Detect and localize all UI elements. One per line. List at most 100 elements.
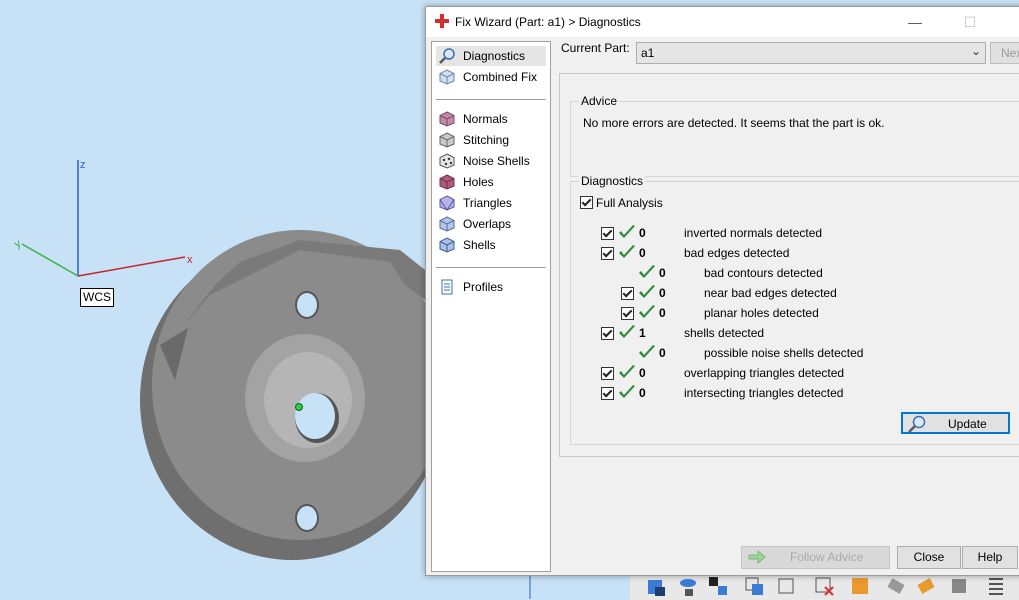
update-label: Update xyxy=(948,417,987,431)
help-button[interactable]: Help xyxy=(962,546,1018,569)
scroll-up-icon[interactable]: ⌃ xyxy=(1015,112,1019,123)
fix-wizard-dialog: Fix Wizard (Part: a1) > Diagnostics — ☐ … xyxy=(425,6,1019,576)
nav-label: Shells xyxy=(463,238,496,252)
diagnostics-panel: Advice No more errors are detected. It s… xyxy=(559,73,1019,457)
row-count: 0 xyxy=(659,286,666,300)
row-count: 0 xyxy=(659,306,666,320)
nav-item-stitching[interactable]: Stitching xyxy=(436,130,546,150)
nav-label: Normals xyxy=(463,112,508,126)
window-title: Fix Wizard (Part: a1) > Diagnostics xyxy=(455,15,641,29)
list-toolbar-icon[interactable] xyxy=(985,575,1007,597)
row-text: intersecting triangles detected xyxy=(684,386,844,400)
shells-cube-icon xyxy=(439,237,455,253)
nav-label: Profiles xyxy=(463,280,504,294)
y-axis xyxy=(21,243,79,277)
fix-wizard-nav: Diagnostics Combined Fix Normals Stitchi… xyxy=(431,41,551,572)
row-checkbox[interactable] xyxy=(601,227,614,240)
green-check-icon xyxy=(619,245,635,258)
minimize-button[interactable]: — xyxy=(892,7,938,37)
copy-cube-toolbar-icon[interactable] xyxy=(743,575,765,597)
x-axis-label: x xyxy=(187,254,193,266)
current-part-select[interactable]: a1 ⌄ xyxy=(636,42,986,64)
close-window-button[interactable]: ✕ xyxy=(1002,7,1019,37)
cube-toolbar-icon[interactable] xyxy=(645,575,667,597)
noise-shells-icon xyxy=(439,153,455,169)
cube-outline-toolbar-icon[interactable] xyxy=(775,575,797,597)
row-checkbox[interactable] xyxy=(601,387,614,400)
row-text: overlapping triangles detected xyxy=(684,366,845,380)
row-text: bad contours detected xyxy=(704,266,823,280)
full-analysis-label: Full Analysis xyxy=(596,196,663,210)
nav-item-noise-shells[interactable]: Noise Shells xyxy=(436,151,546,171)
follow-advice-button[interactable]: Follow Advice xyxy=(741,546,890,569)
overlaps-cube-icon xyxy=(439,216,455,232)
row-count: 0 xyxy=(639,226,646,240)
nav-label: Holes xyxy=(463,175,494,189)
diagnostics-title: Diagnostics xyxy=(579,174,646,188)
row-checkbox[interactable] xyxy=(601,367,614,380)
nav-divider xyxy=(436,267,546,268)
follow-advice-label: Follow Advice xyxy=(790,550,864,564)
advice-scrollbar[interactable]: ⌃ ⌄ xyxy=(1015,112,1019,170)
green-check-icon xyxy=(619,325,635,338)
row-text: near bad edges detected xyxy=(704,286,837,300)
nav-label: Overlaps xyxy=(463,217,512,231)
cube-icon xyxy=(439,69,455,85)
row-count: 0 xyxy=(659,346,666,360)
select-toolbar-icon[interactable] xyxy=(707,575,729,597)
scroll-down-icon[interactable]: ⌄ xyxy=(1015,141,1019,152)
stitching-cube-icon xyxy=(439,132,455,148)
title-bar[interactable]: Fix Wizard (Part: a1) > Diagnostics — ☐ … xyxy=(426,7,1019,37)
green-check-icon xyxy=(619,365,635,378)
holes-cube-icon xyxy=(439,174,455,190)
nav-item-triangles[interactable]: Triangles xyxy=(436,193,546,213)
magnifier-icon xyxy=(439,48,455,64)
nav-item-profiles[interactable]: Profiles xyxy=(436,277,546,297)
green-check-icon xyxy=(619,385,635,398)
arrow-right-icon xyxy=(748,550,766,564)
nav-label: Noise Shells xyxy=(463,154,530,168)
update-button[interactable]: Update xyxy=(901,412,1010,434)
row-checkbox[interactable] xyxy=(621,307,634,320)
row-count: 0 xyxy=(639,366,646,380)
nav-item-combined-fix[interactable]: Combined Fix xyxy=(436,67,546,87)
green-check-icon xyxy=(639,305,655,318)
document-icon xyxy=(441,279,453,295)
nav-item-shells[interactable]: Shells xyxy=(436,235,546,255)
next-button[interactable]: Nex xyxy=(990,42,1019,64)
gray-cube-toolbar-icon[interactable] xyxy=(948,575,970,597)
nav-item-normals[interactable]: Normals xyxy=(436,109,546,129)
nav-item-holes[interactable]: Holes xyxy=(436,172,546,192)
orange-tool-toolbar-icon[interactable] xyxy=(915,575,937,597)
eraser-toolbar-icon[interactable] xyxy=(885,575,907,597)
advice-title: Advice xyxy=(579,94,620,108)
row-count: 0 xyxy=(639,386,646,400)
row-text: bad edges detected xyxy=(684,246,790,260)
green-check-icon xyxy=(639,285,655,298)
nav-label: Diagnostics xyxy=(463,49,526,63)
row-text: possible noise shells detected xyxy=(704,346,864,360)
row-checkbox[interactable] xyxy=(601,327,614,340)
row-count: 0 xyxy=(639,246,646,260)
green-check-icon xyxy=(639,345,655,358)
nav-divider xyxy=(436,99,546,100)
current-part-label: Current Part: xyxy=(561,41,630,55)
part-model[interactable] xyxy=(140,230,448,560)
nav-label: Combined Fix xyxy=(463,70,538,84)
row-checkbox[interactable] xyxy=(621,287,634,300)
nav-item-overlaps[interactable]: Overlaps xyxy=(436,214,546,234)
row-text: planar holes detected xyxy=(704,306,819,320)
eye-toolbar-icon[interactable] xyxy=(677,575,699,597)
diagnostics-group: Diagnostics Full Analysis 0 inverted norm… xyxy=(570,174,1019,445)
nav-item-diagnostics[interactable]: Diagnostics xyxy=(436,46,546,66)
row-text: shells detected xyxy=(684,326,765,340)
full-analysis-checkbox[interactable] xyxy=(580,196,593,209)
row-checkbox[interactable] xyxy=(601,247,614,260)
nav-label: Stitching xyxy=(463,133,510,147)
maximize-button[interactable]: ☐ xyxy=(947,7,993,37)
row-count: 0 xyxy=(659,266,666,280)
delete-cube-toolbar-icon[interactable] xyxy=(813,575,835,597)
orange-cube-toolbar-icon[interactable] xyxy=(849,575,871,597)
chevron-down-icon: ⌄ xyxy=(970,44,981,58)
close-button[interactable]: Close xyxy=(897,546,961,569)
